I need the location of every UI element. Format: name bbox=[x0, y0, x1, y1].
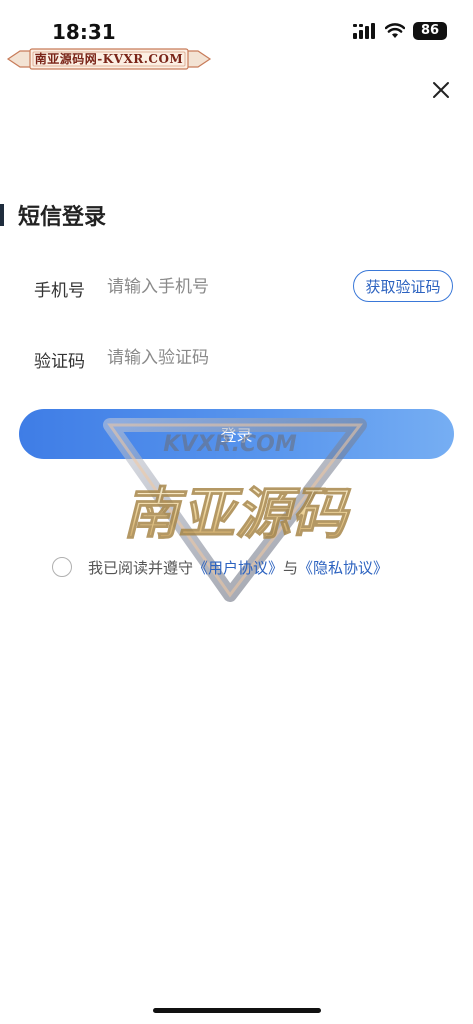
sms-login-screen: 18:31 86 南亚源码网-KVXR.COM 短信登录 手机号 请输入手机号 … bbox=[0, 0, 473, 1024]
agreement-checkbox[interactable] bbox=[52, 557, 72, 577]
get-code-button[interactable]: 获取验证码 bbox=[353, 270, 453, 302]
agreement-conjunction: 与 bbox=[283, 558, 299, 577]
battery-level: 86 bbox=[420, 23, 440, 38]
page-title: 短信登录 bbox=[18, 205, 107, 230]
code-label: 验证码 bbox=[34, 352, 85, 372]
phone-label: 手机号 bbox=[34, 281, 85, 301]
wifi-icon bbox=[385, 23, 405, 38]
user-agreement-link[interactable]: 《用户协议》 bbox=[193, 557, 283, 578]
watermark-banner: 南亚源码网-KVXR.COM bbox=[6, 47, 212, 71]
agreement-row: 我已阅读并遵守 《用户协议》 与 《隐私协议》 bbox=[52, 555, 388, 579]
agreement-prefix: 我已阅读并遵守 bbox=[88, 558, 194, 577]
watermark-banner-text: 南亚源码网-KVXR.COM bbox=[34, 52, 184, 66]
battery-icon: 86 bbox=[413, 22, 447, 40]
login-button[interactable]: 登录 bbox=[19, 409, 454, 459]
status-time: 18:31 bbox=[52, 20, 116, 44]
privacy-policy-link[interactable]: 《隐私协议》 bbox=[298, 557, 388, 578]
status-icons: 86 bbox=[353, 22, 447, 40]
phone-input[interactable] bbox=[107, 272, 337, 302]
code-input[interactable] bbox=[107, 343, 337, 373]
home-indicator bbox=[153, 1008, 321, 1013]
close-icon[interactable] bbox=[429, 78, 453, 102]
watermark-logo-main-text: 南亚源码 bbox=[123, 482, 352, 547]
title-accent-bar bbox=[0, 204, 4, 226]
cellular-signal-icon bbox=[353, 23, 375, 39]
